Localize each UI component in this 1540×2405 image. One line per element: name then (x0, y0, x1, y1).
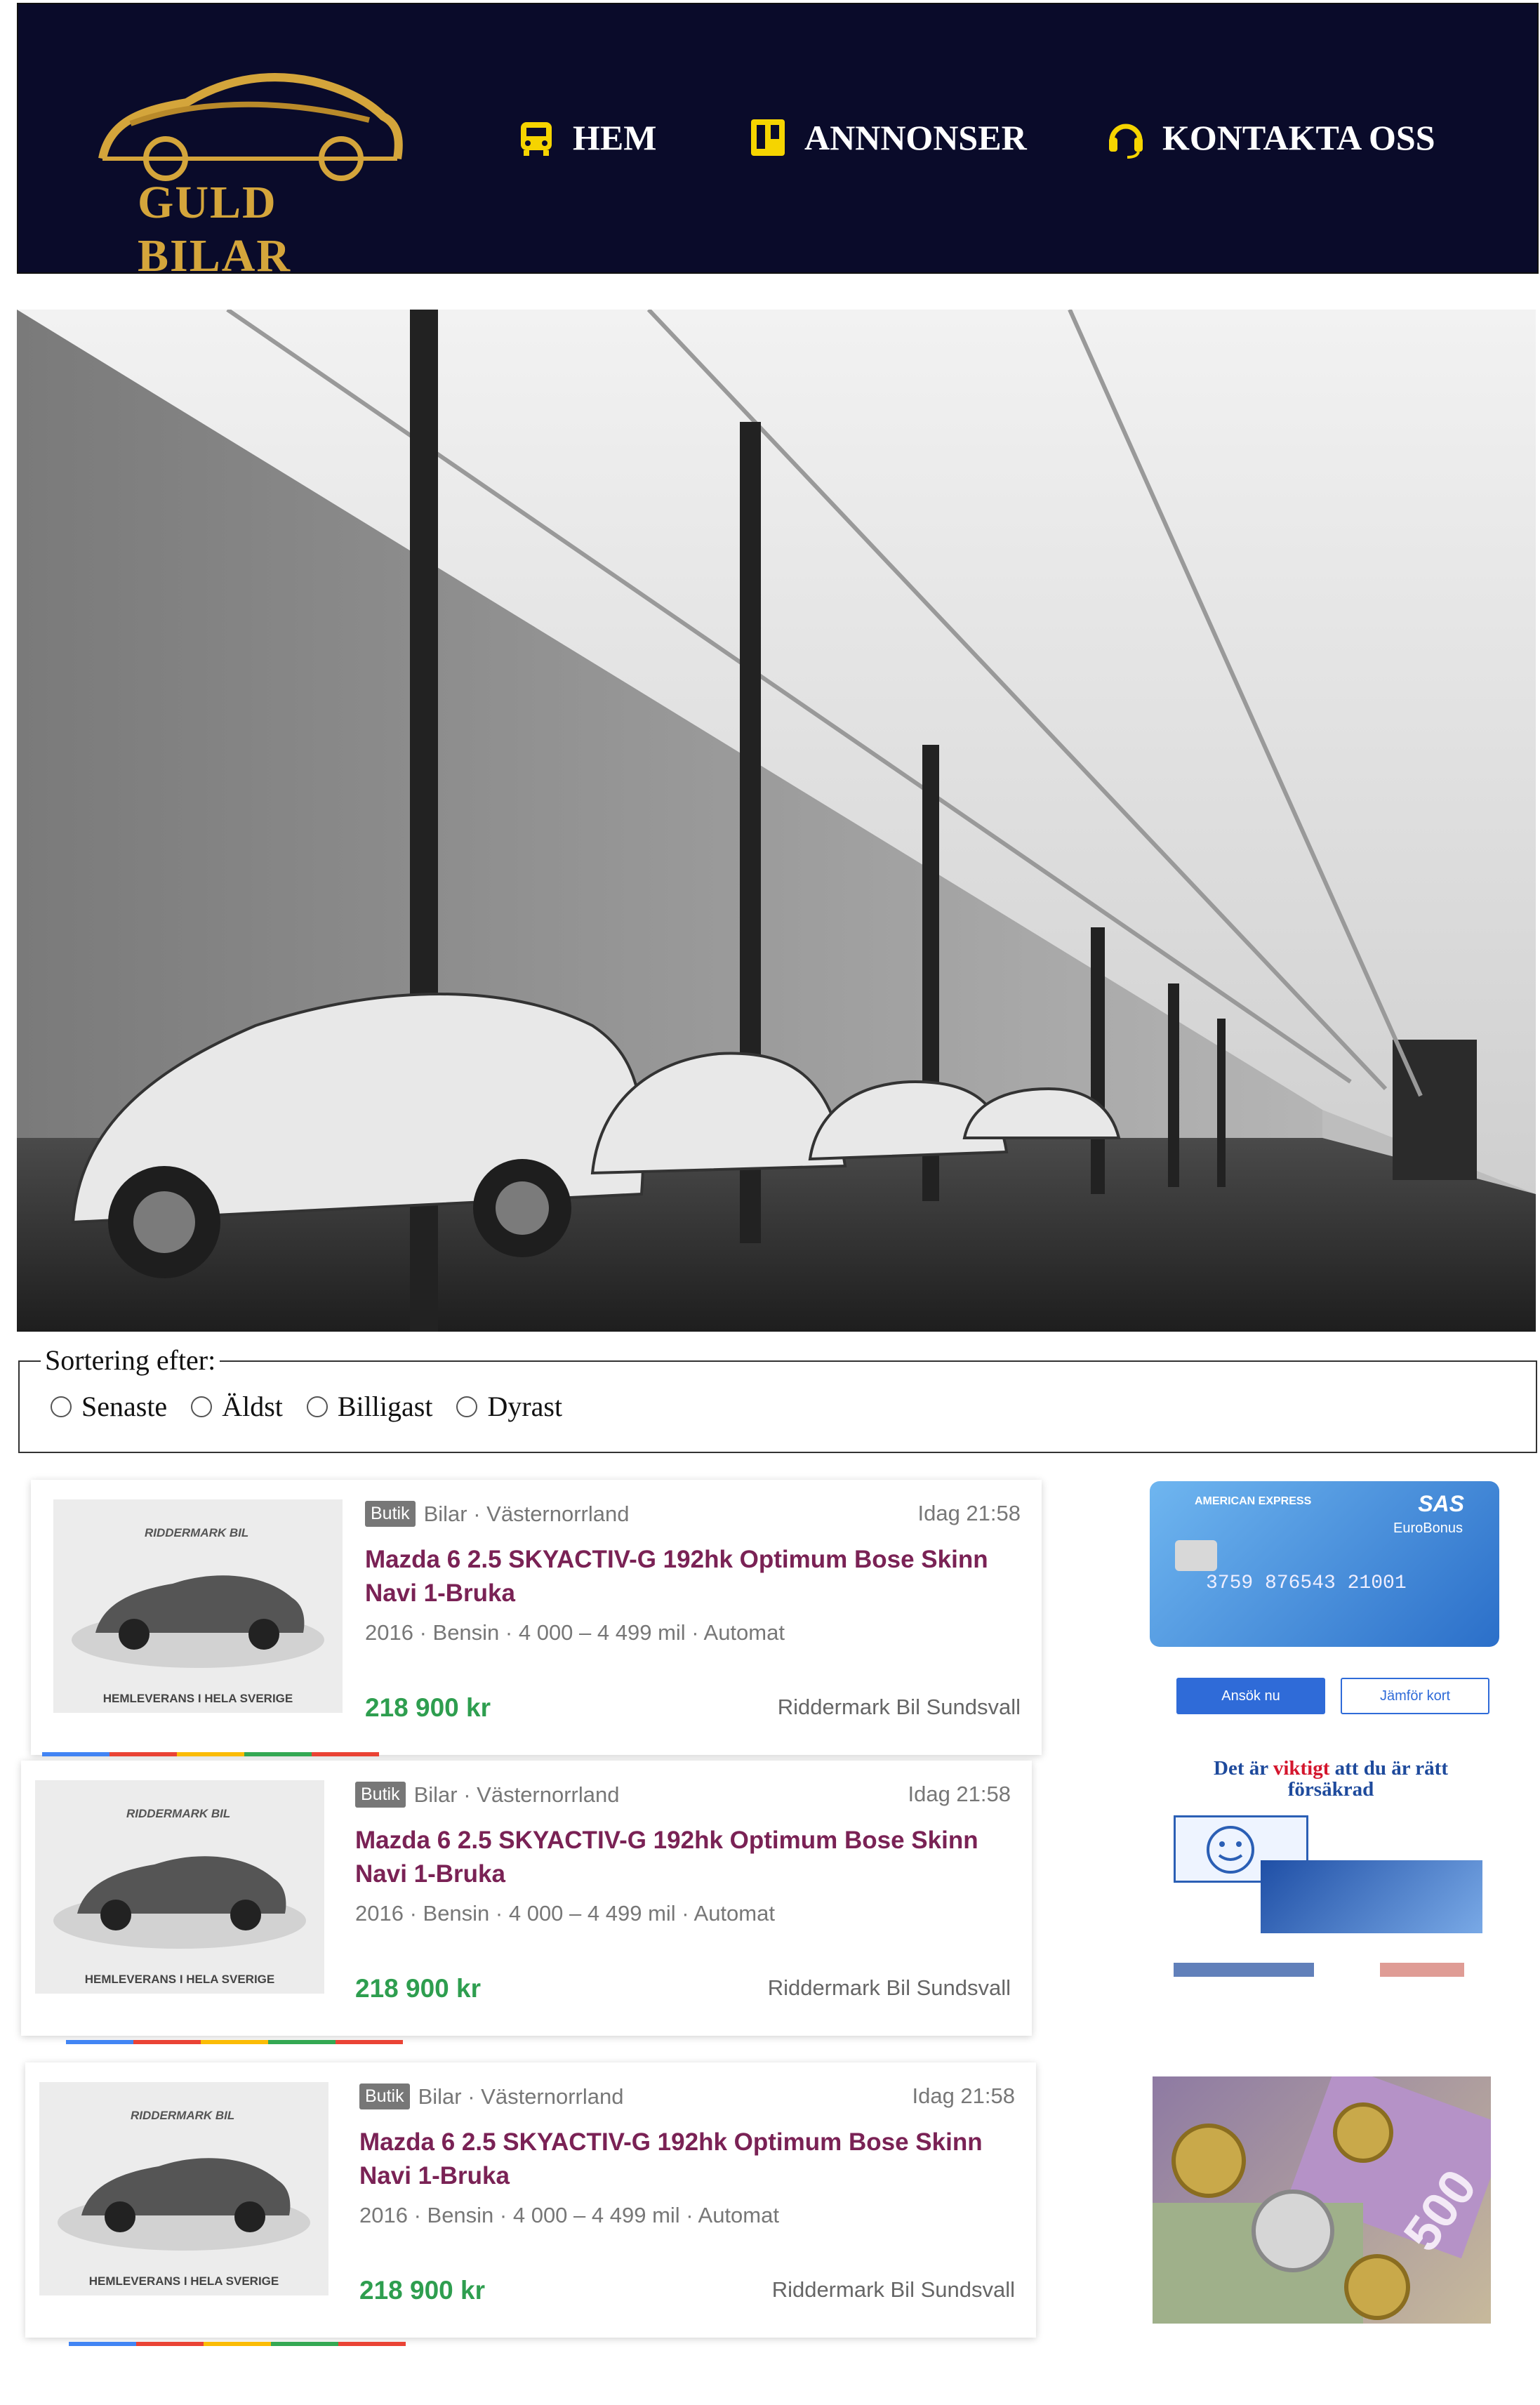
listing-title[interactable]: Mazda 6 2.5 SKYACTIV-G 192hk Optimum Bos… (359, 2126, 1012, 2193)
listing-category: Bilar · Västernorrland (418, 2083, 624, 2109)
color-bar (66, 2040, 403, 2044)
compare-cards-button[interactable]: Jämför kort (1341, 1678, 1489, 1714)
car-silhouette-icon (98, 73, 403, 181)
card-airline: SAS (1418, 1491, 1464, 1516)
listing-date: Idag 21:58 (917, 1501, 1021, 1525)
brand-name: GULD BILAR (138, 177, 292, 281)
hero-image (17, 310, 1536, 1332)
radio-newest[interactable] (51, 1396, 72, 1417)
nav-contact-label: KONTAKTA OSS (1162, 118, 1435, 157)
card-chip-icon (1175, 1540, 1217, 1571)
money-ad[interactable]: 500 (1153, 2076, 1491, 2324)
card-program: EuroBonus (1393, 1520, 1463, 1536)
thumbnail-footer-text: HEMLEVERANS I HELA SVERIGE (88, 2274, 279, 2288)
listing-seller[interactable]: Riddermark Bil Sundsvall (772, 2277, 1015, 2303)
site-header: GULD BILAR HEM ANNNONSER KONTAKTA OSS (17, 3, 1539, 281)
thumbnail-dealer-logo: RIDDERMARK BIL (131, 2109, 235, 2122)
shop-badge: Butik (355, 1782, 406, 1808)
listing-title[interactable]: Mazda 6 2.5 SKYACTIV-G 192hk Optimum Bos… (355, 1824, 1008, 1891)
car-icon (521, 122, 552, 156)
listing-title[interactable]: Mazda 6 2.5 SKYACTIV-G 192hk Optimum Bos… (365, 1543, 1018, 1610)
nav-home-label: HEM (573, 118, 657, 157)
headset-icon (1109, 124, 1143, 159)
listing-seller[interactable]: Riddermark Bil Sundsvall (768, 1975, 1011, 2001)
partner-logo (1380, 1963, 1464, 1977)
listing-price: 218 900 kr (355, 1974, 482, 2003)
color-bar (69, 2342, 406, 2346)
listing-meta: Butik Bilar · Västernorrland (355, 1782, 620, 1808)
radio-most-expensive[interactable] (456, 1396, 478, 1417)
sort-option-cheapest[interactable]: Billigast (306, 1390, 433, 1423)
listing-thumbnail[interactable]: RIDDERMARK BIL HEMLEVERANS I HELA SVERIG… (53, 1499, 343, 1713)
insurance-headline: Det är viktigt att du är rätt försäkrad (1214, 1757, 1448, 1801)
listing-date: Idag 21:58 (912, 2083, 1015, 2108)
insurance-ad[interactable]: Det är viktigt att du är rätt försäkrad (1169, 1755, 1492, 2015)
listing-seller[interactable]: Riddermark Bil Sundsvall (778, 1695, 1021, 1720)
shop-badge: Butik (359, 2083, 410, 2109)
thumbnail-footer-text: HEMLEVERANS I HELA SVERIGE (84, 1973, 275, 1986)
shop-badge: Butik (365, 1501, 416, 1527)
listing-card[interactable]: RIDDERMARK BIL HEMLEVERANS I HELA SVERIG… (31, 1480, 1042, 1755)
listing-price: 218 900 kr (359, 2276, 486, 2305)
nav-contact[interactable]: KONTAKTA OSS (1106, 110, 1435, 166)
sort-option-label: Senaste (81, 1391, 168, 1422)
listing-price: 218 900 kr (365, 1693, 491, 1722)
radio-cheapest[interactable] (306, 1396, 328, 1417)
trello-board-icon (751, 119, 785, 156)
listing-meta: Butik Bilar · Västernorrland (359, 2083, 624, 2109)
nav-listings[interactable]: ANNNONSER (748, 110, 1027, 166)
sort-option-label: Billigast (337, 1391, 433, 1422)
listing-thumbnail[interactable]: RIDDERMARK BIL HEMLEVERANS I HELA SVERIG… (35, 1780, 324, 1994)
listing-specs: 2016 · Bensin · 4 000 – 4 499 mil · Auto… (365, 1620, 785, 1645)
brand-logo[interactable]: GULD BILAR (88, 53, 411, 281)
insurer-logo (1174, 1963, 1314, 1977)
listing-card[interactable]: RIDDERMARK BIL HEMLEVERANS I HELA SVERIG… (25, 2062, 1036, 2338)
listing-meta: Butik Bilar · Västernorrland (365, 1501, 630, 1527)
listing-category: Bilar · Västernorrland (413, 1782, 620, 1807)
sort-fieldset: Sortering efter: Senaste Äldst Billigast… (18, 1344, 1537, 1453)
listing-specs: 2016 · Bensin · 4 000 – 4 499 mil · Auto… (359, 2203, 779, 2227)
listing-category: Bilar · Västernorrland (423, 1501, 630, 1526)
listing-specs: 2016 · Bensin · 4 000 – 4 499 mil · Auto… (355, 1901, 775, 1926)
listing-thumbnail[interactable]: RIDDERMARK BIL HEMLEVERANS I HELA SVERIG… (39, 2082, 328, 2295)
car-museum-photo (17, 310, 1536, 1332)
credit-card-ad[interactable]: AMERICAN EXPRESS SAS EuroBonus 3759 8765… (1150, 1481, 1499, 1647)
thumbnail-dealer-logo: RIDDERMARK BIL (126, 1807, 231, 1820)
sort-option-label: Äldst (222, 1391, 283, 1422)
car-window-photo (1261, 1860, 1482, 1933)
listing-date: Idag 21:58 (908, 1782, 1011, 1806)
listing-card[interactable]: RIDDERMARK BIL HEMLEVERANS I HELA SVERIG… (21, 1761, 1032, 2036)
apply-now-button[interactable]: Ansök nu (1176, 1678, 1325, 1714)
nav-listings-label: ANNNONSER (804, 118, 1027, 157)
thumbnail-footer-text: HEMLEVERANS I HELA SVERIGE (102, 1692, 293, 1705)
color-bar (42, 1752, 379, 1756)
card-number: 3759 876543 21001 (1206, 1572, 1407, 1594)
sort-options: Senaste Äldst Billigast Dyrast (51, 1390, 562, 1423)
card-issuer: AMERICAN EXPRESS (1195, 1495, 1312, 1507)
sort-option-newest[interactable]: Senaste (51, 1390, 167, 1423)
sort-option-label: Dyrast (487, 1391, 563, 1422)
nav-home[interactable]: HEM (517, 110, 656, 166)
thumbnail-dealer-logo: RIDDERMARK BIL (145, 1526, 249, 1539)
sort-option-oldest[interactable]: Äldst (191, 1390, 283, 1423)
sort-option-most-expensive[interactable]: Dyrast (456, 1390, 562, 1423)
insurance-emphasis: viktigt (1273, 1757, 1330, 1780)
sort-legend: Sortering efter: (41, 1344, 220, 1377)
radio-oldest[interactable] (191, 1396, 213, 1417)
